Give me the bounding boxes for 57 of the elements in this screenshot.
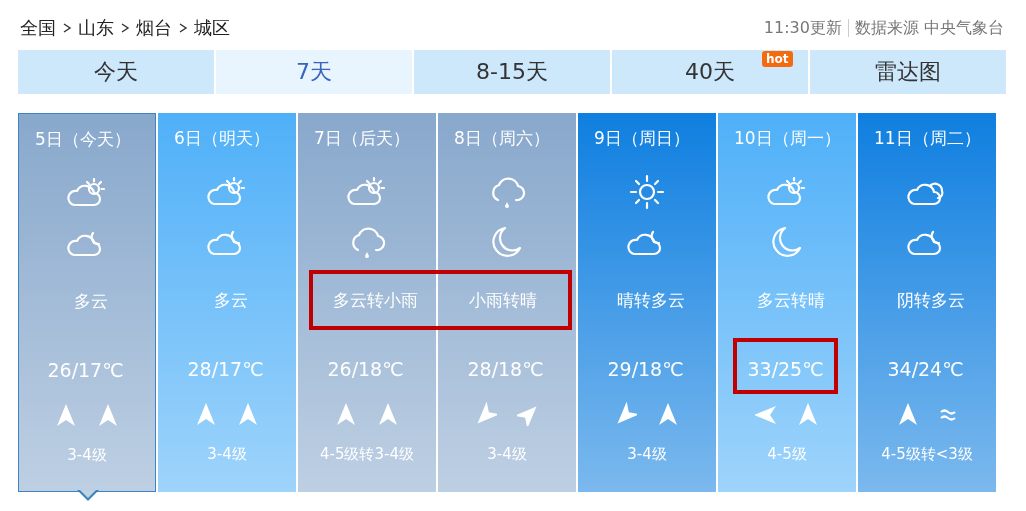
selected-pointer-icon (77, 490, 99, 502)
tab[interactable]: 今天 (18, 50, 214, 94)
day-card[interactable]: 11日（周二） 阴转多云 34/24℃ 4-5级转<3级 (858, 113, 996, 492)
wind-arrow-icon (237, 402, 259, 426)
weather-text: 多云转晴 (755, 289, 826, 312)
wind-arrow-icon (55, 403, 77, 427)
wind-arrow-icon (897, 402, 919, 426)
wind-arrow-icon (475, 402, 497, 426)
day-date: 11日（周二） (873, 127, 981, 150)
breadcrumb-link[interactable]: 城区 (194, 16, 230, 40)
breadcrumb-separator-icon (120, 22, 130, 34)
day-date: 6日（明天） (173, 127, 270, 150)
wind-level: 3-4级 (627, 445, 667, 464)
day-date: 5日（今天） (34, 128, 131, 151)
wind-level: 4-5级转3-4级 (320, 445, 414, 464)
breadcrumb-separator-icon (178, 22, 188, 34)
weather-text: 小雨转晴 (438, 270, 572, 330)
breadcrumb-link[interactable]: 烟台 (136, 16, 172, 40)
tab[interactable]: 8-15天 (414, 50, 610, 94)
wind-arrow-icon (97, 403, 119, 427)
update-time: 11:30更新 (763, 17, 842, 39)
weather-text: 晴转多云 (615, 289, 686, 312)
wind-arrow-icon (615, 402, 637, 426)
variable-wind-icon (939, 407, 957, 421)
day-date: 8日（周六） (453, 127, 550, 150)
wind-arrow-icon (657, 402, 679, 426)
temperature: 26/17℃ (46, 358, 125, 383)
temperature: 28/18℃ (466, 357, 545, 382)
wind-level: 4-5级 (767, 445, 807, 464)
day-card[interactable]: 9日（周日） 晴转多云 29/18℃ 3-4级 (578, 113, 716, 492)
temperature: 26/18℃ (326, 357, 405, 382)
tab[interactable]: 40天 hot (612, 50, 808, 94)
temperature: 34/24℃ (886, 357, 965, 382)
day-date: 9日（周日） (593, 127, 690, 150)
breadcrumb-separator-icon (62, 22, 72, 34)
wind-arrow-icon (195, 402, 217, 426)
temperature: 28/17℃ (186, 357, 265, 382)
hot-badge: hot (762, 51, 793, 67)
day-date: 7日（后天） (313, 127, 410, 150)
wind-level: 3-4级 (207, 445, 247, 464)
wind-level: 4-5级转<3级 (881, 445, 973, 464)
wind-level: 3-4级 (67, 446, 107, 465)
day-date: 10日（周一） (733, 127, 841, 150)
breadcrumb-link[interactable]: 全国 (20, 16, 56, 40)
wind-arrow-icon (377, 402, 399, 426)
breadcrumb-link[interactable]: 山东 (78, 16, 114, 40)
temperature: 33/25℃ (733, 338, 838, 394)
temperature: 29/18℃ (606, 357, 685, 382)
tab[interactable]: 雷达图 (810, 50, 1006, 94)
wind-level: 3-4级 (487, 445, 527, 464)
tab[interactable]: 7天 (216, 50, 412, 94)
weather-text: 多云 (212, 289, 249, 312)
wind-arrow-icon (797, 402, 819, 426)
weather-text: 多云 (72, 290, 109, 313)
wind-arrow-icon (335, 402, 357, 426)
weather-text: 阴转多云 (895, 289, 966, 312)
data-source: 数据来源 中央气象台 (854, 17, 1004, 39)
